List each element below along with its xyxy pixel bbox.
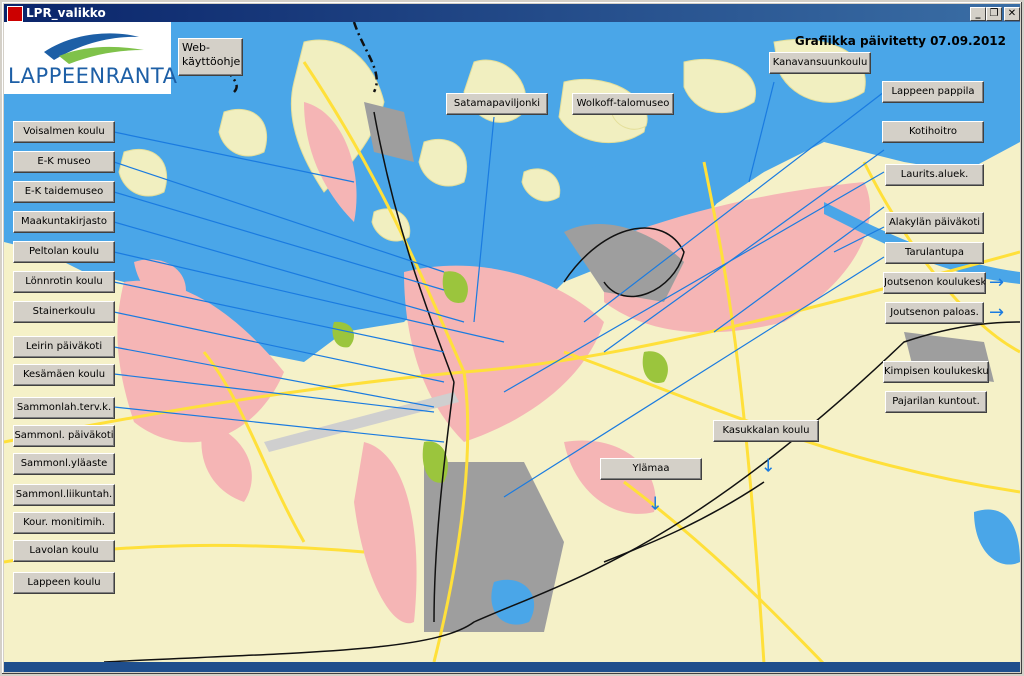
city-map: LAPPEENRANTA Grafiikka päivitetty 07.09.… bbox=[4, 22, 1020, 664]
button-wolkoff-talomuseo[interactable]: Wolkoff-talomuseo bbox=[572, 93, 674, 115]
button-satamapaviljonki[interactable]: Satamapaviljonki bbox=[446, 93, 548, 115]
button-tarulantupa[interactable]: Tarulantupa bbox=[885, 242, 984, 264]
button-sammonl-liikuntah[interactable]: Sammonl.liikuntah. bbox=[13, 484, 115, 506]
button-voisalmen-koulu[interactable]: Voisalmen koulu bbox=[13, 121, 115, 143]
map-graphic bbox=[4, 22, 1020, 664]
window-title: LPR_valikko bbox=[26, 6, 106, 20]
button-sammonl-ylaaste[interactable]: Sammonl.yläaste bbox=[13, 453, 115, 475]
title-bar: LPR_valikko _ ❐ ✕ bbox=[4, 4, 1020, 22]
arrow-down-icon: → bbox=[757, 457, 779, 473]
button-lappeen-pappila[interactable]: Lappeen pappila bbox=[882, 81, 984, 103]
button-ylamaa[interactable]: Ylämaa bbox=[600, 458, 702, 480]
minimize-button[interactable]: _ bbox=[970, 7, 986, 21]
app-icon bbox=[7, 6, 23, 22]
button-maakuntakirjasto[interactable]: Maakuntakirjasto bbox=[13, 211, 115, 233]
button-ek-taidemuseo[interactable]: E-K taidemuseo bbox=[13, 181, 115, 203]
button-sammonl-paivakoti[interactable]: Sammonl. päiväkoti bbox=[13, 425, 115, 447]
button-leirin-paivakoti[interactable]: Leirin päiväkoti bbox=[13, 336, 115, 358]
web-help-line1: Web- bbox=[182, 41, 210, 54]
status-bar bbox=[4, 662, 1020, 672]
button-joutsenon-paloas[interactable]: Joutsenon paloas. bbox=[885, 302, 984, 324]
button-lonnrotin-koulu[interactable]: Lönnrotin koulu bbox=[13, 271, 115, 293]
button-joutsenon-koulukesk[interactable]: Joutsenon koulukesk. bbox=[883, 272, 986, 294]
button-kanavansuunkoulu[interactable]: Kanavansuunkoulu bbox=[769, 52, 871, 74]
button-kotihoitro[interactable]: Kotihoitro bbox=[882, 121, 984, 143]
button-kasukkalan-koulu[interactable]: Kasukkalan koulu bbox=[713, 420, 819, 442]
button-kesamaen-koulu[interactable]: Kesämäen koulu bbox=[13, 364, 115, 386]
web-help-line2: käyttöohje bbox=[182, 55, 241, 68]
button-ek-museo[interactable]: E-K museo bbox=[13, 151, 115, 173]
arrow-right-icon: → bbox=[989, 272, 1005, 293]
button-laurits-aluek[interactable]: Laurits.aluek. bbox=[885, 164, 984, 186]
button-lavolan-koulu[interactable]: Lavolan koulu bbox=[13, 540, 115, 562]
button-stainerkoulu[interactable]: Stainerkoulu bbox=[13, 301, 115, 323]
web-help-button[interactable]: Web- käyttöohje bbox=[178, 38, 243, 76]
button-kimpisen-koulukeskus[interactable]: Kimpisen koulukeskus bbox=[883, 361, 989, 383]
restore-button[interactable]: ❐ bbox=[986, 7, 1002, 21]
button-alakylan-paivakoti[interactable]: Alakylän päiväkoti bbox=[885, 212, 984, 234]
small-lake-east bbox=[974, 509, 1020, 565]
logo-wordmark: LAPPEENRANTA bbox=[8, 64, 178, 88]
button-lappeen-koulu[interactable]: Lappeen koulu bbox=[13, 572, 115, 594]
graphics-update-date: Grafiikka päivitetty 07.09.2012 bbox=[794, 34, 1006, 48]
button-sammonlah-terv[interactable]: Sammonlah.terv.k. bbox=[13, 397, 115, 419]
close-button[interactable]: ✕ bbox=[1004, 7, 1020, 21]
button-peltolan-koulu[interactable]: Peltolan koulu bbox=[13, 241, 115, 263]
button-pajarilan-kuntout[interactable]: Pajarilan kuntout. bbox=[885, 391, 987, 413]
button-kour-monitimih[interactable]: Kour. monitimih. bbox=[13, 512, 115, 534]
lappeenranta-logo: LAPPEENRANTA bbox=[4, 22, 177, 94]
arrow-right-icon: → bbox=[989, 302, 1005, 323]
arrow-down-icon: → bbox=[644, 495, 666, 511]
logo-wave-icon bbox=[44, 33, 144, 64]
